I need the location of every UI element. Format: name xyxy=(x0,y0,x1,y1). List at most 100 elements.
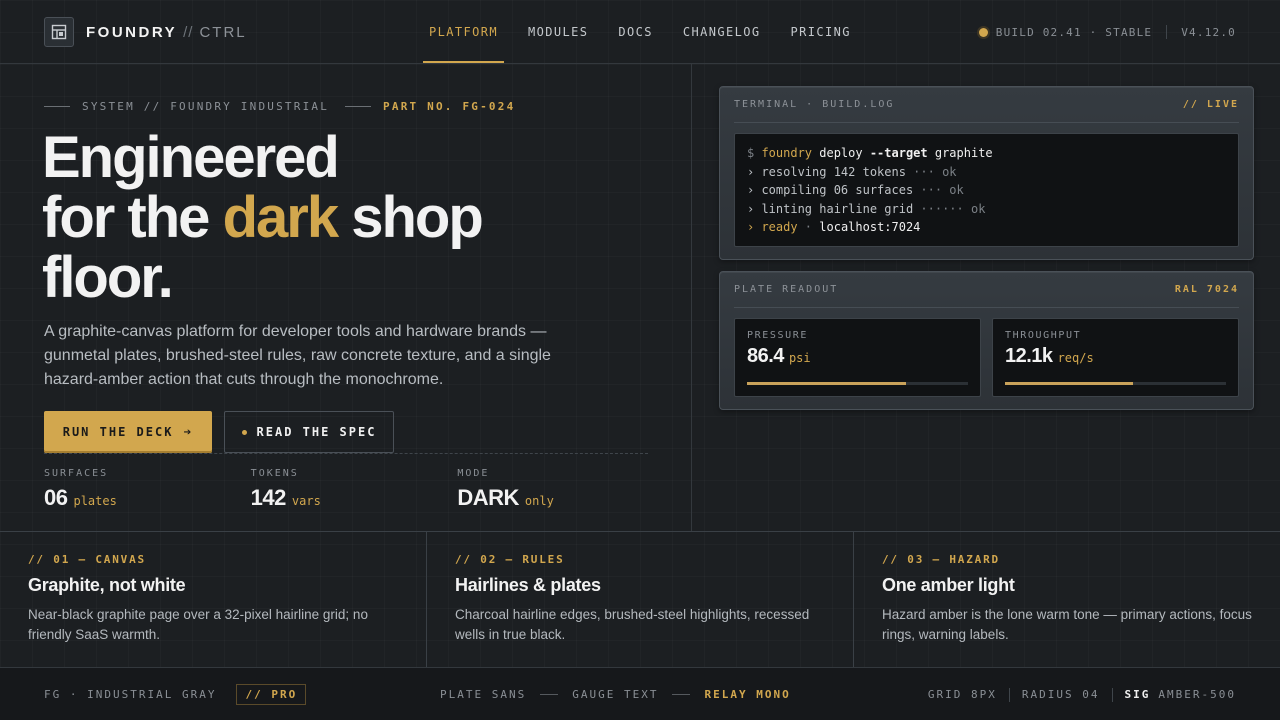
divider xyxy=(1111,687,1113,702)
terminal-title: TERMINAL · BUILD.LOG xyxy=(734,99,895,110)
button-label: RUN THE DECK xyxy=(62,425,174,439)
footer-specs: GRID 8PX RADIUS 04 SIG AMBER-500 xyxy=(928,668,1236,720)
feature-code: // 02 — RULES xyxy=(455,553,565,566)
feature-code: // 01 — CANVAS xyxy=(28,553,146,566)
feature-canvas: // 01 — CANVAS Graphite, not white Near-… xyxy=(0,532,427,667)
brand[interactable]: FOUNDRY // CTRL xyxy=(44,17,247,47)
divider xyxy=(1166,25,1168,39)
log-status: ok xyxy=(949,183,964,197)
ready-text: › ready xyxy=(747,220,798,234)
stat-unit: plates xyxy=(73,494,117,508)
footer-label: FG · INDUSTRIAL GRAY xyxy=(44,688,217,701)
live-tag: // LIVE xyxy=(1182,99,1239,110)
stat-mode: MODE DARK only xyxy=(457,468,664,511)
terminal-output: $ foundry deploy --target graphite › res… xyxy=(734,133,1239,247)
feature-title: Graphite, not white xyxy=(28,575,186,595)
footer-fonts: PLATE SANS GAUGE TEXT RELAY MONO xyxy=(440,668,791,720)
log-status: ok xyxy=(970,201,986,216)
sig-label: SIG xyxy=(1124,688,1151,701)
stat-unit: vars xyxy=(291,494,321,508)
brand-separator: // xyxy=(183,23,194,41)
terminal-line: › linting hairline grid ······ ok xyxy=(747,200,1226,219)
plate-readout-panel: PLATE READOUT RAL 7024 PRESSURE 86.4 psi… xyxy=(719,271,1254,410)
gauge-fill xyxy=(747,382,907,385)
terminal-line: › ready · localhost:7024 xyxy=(747,218,1226,237)
divider xyxy=(672,694,691,695)
separator: · xyxy=(797,220,820,234)
button-label: READ THE SPEC xyxy=(256,425,377,439)
hero-stats: SURFACES 06 plates TOKENS 142 vars MODE … xyxy=(44,468,664,511)
hero: SYSTEM // FOUNDRY INDUSTRIAL PART NO. FG… xyxy=(0,64,692,531)
hero-headline: Engineered for the dark shop floor. xyxy=(42,128,662,308)
headline-line-1: Engineered xyxy=(42,125,340,190)
hero-eyebrow: SYSTEM // FOUNDRY INDUSTRIAL PART NO. FG… xyxy=(44,100,515,113)
stat-value: 142 vars xyxy=(251,485,458,511)
log-status: ok xyxy=(942,164,957,179)
gauge-value: 12.1k req/s xyxy=(1005,345,1226,368)
nav-link-platform[interactable]: PLATFORM xyxy=(423,0,504,63)
argument: graphite xyxy=(927,146,993,160)
stat-value: DARK only xyxy=(457,485,664,511)
footer-left: FG · INDUSTRIAL GRAY // PRO xyxy=(44,668,307,720)
log-text: › compiling 06 surfaces xyxy=(747,183,914,197)
sig-value: AMBER-500 xyxy=(1158,688,1236,701)
ral-tag: RAL 7024 xyxy=(1174,284,1239,295)
footer: FG · INDUSTRIAL GRAY // PRO PLATE SANS G… xyxy=(0,667,1280,720)
feature-grid: // 01 — CANVAS Graphite, not white Near-… xyxy=(0,531,1280,667)
readout-title: PLATE READOUT xyxy=(734,284,839,295)
build-label: BUILD 02.41 · STABLE xyxy=(995,25,1153,39)
log-dots: ··· xyxy=(913,183,950,197)
headline-text: shop xyxy=(351,185,484,250)
feature-text: Hazard amber is the lone warm tone — pri… xyxy=(882,607,1252,642)
feature-title: One amber light xyxy=(882,575,1015,595)
gauge-label: THROUGHPUT xyxy=(1005,330,1082,341)
build-status: BUILD 02.41 · STABLE V4.12.0 xyxy=(978,0,1236,64)
stat-surfaces: SURFACES 06 plates xyxy=(44,468,251,511)
gauge-pressure: PRESSURE 86.4 psi xyxy=(734,318,981,397)
subcommand: deploy xyxy=(812,146,870,160)
feature-title: Hairlines & plates xyxy=(455,575,601,595)
feature-text: Near-black graphite page over a 32-pixel… xyxy=(28,607,368,642)
headline-line-2: for the dark shop xyxy=(42,188,662,248)
headline-accent: dark xyxy=(222,185,340,250)
stat-value: 06 plates xyxy=(44,485,251,511)
nav-link-docs[interactable]: DOCS xyxy=(603,0,668,63)
log-text: › resolving 142 tokens xyxy=(747,164,906,179)
log-dots: ······ xyxy=(913,201,971,216)
feature-code: // 03 — HAZARD xyxy=(882,553,1000,566)
stat-label: SURFACES xyxy=(44,468,109,479)
terminal-line: › resolving 142 tokens ··· ok xyxy=(747,163,1226,182)
headline-line-3: floor. xyxy=(42,245,174,310)
command: foundry xyxy=(761,146,813,160)
nav-link-modules[interactable]: MODULES xyxy=(513,0,603,63)
radius-spec: RADIUS 04 xyxy=(1021,688,1100,701)
gauge-track xyxy=(747,382,968,385)
gauge-unit: req/s xyxy=(1057,351,1094,365)
nav-links: PLATFORM MODULES DOCS CHANGELOG PRICING xyxy=(414,0,866,64)
divider xyxy=(345,106,372,107)
gauges: PRESSURE 86.4 psi THROUGHPUT 12.1k req/s xyxy=(734,318,1239,397)
divider xyxy=(540,694,559,695)
gauge-number: 86.4 xyxy=(747,345,784,367)
feature-hazard: // 03 — HAZARD One amber light Hazard am… xyxy=(854,532,1280,667)
top-nav: FOUNDRY // CTRL PLATFORM MODULES DOCS CH… xyxy=(0,0,1280,64)
nav-link-pricing[interactable]: PRICING xyxy=(776,0,866,63)
hero-lead: A graphite-canvas platform for developer… xyxy=(44,323,551,388)
read-the-spec-button[interactable]: READ THE SPEC xyxy=(224,411,394,453)
stat-label: MODE xyxy=(457,468,490,479)
log-dots: ··· xyxy=(905,164,943,179)
gauge-number: 12.1k xyxy=(1005,345,1053,367)
eyebrow-system: SYSTEM // FOUNDRY INDUSTRIAL xyxy=(82,100,330,113)
stat-unit: only xyxy=(524,494,554,508)
feature-text: Charcoal hairline edges, brushed-steel h… xyxy=(455,607,810,642)
gauge-unit: psi xyxy=(788,351,811,365)
nav-link-changelog[interactable]: CHANGELOG xyxy=(668,0,776,63)
dot-icon xyxy=(241,429,247,435)
host-text: localhost:7024 xyxy=(819,220,921,234)
stat-number: 06 xyxy=(44,485,68,510)
run-the-deck-button[interactable]: RUN THE DECK ➔ xyxy=(44,411,212,453)
font-name: GAUGE TEXT xyxy=(572,688,659,701)
gauge-fill xyxy=(1005,382,1134,385)
stat-label: TOKENS xyxy=(250,468,299,479)
brand-suffix: CTRL xyxy=(199,23,247,41)
